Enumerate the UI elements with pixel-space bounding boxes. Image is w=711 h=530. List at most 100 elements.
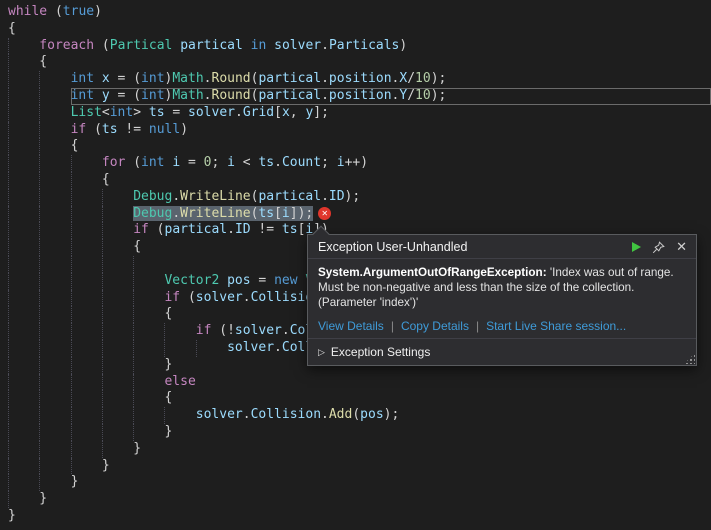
code-token: }: [164, 356, 173, 372]
code-line[interactable]: }: [8, 491, 711, 508]
line-content: Debug.WriteLine(partical.ID);: [133, 189, 711, 206]
indent-guide: [39, 306, 70, 324]
code-line[interactable]: {: [8, 390, 711, 408]
code-line[interactable]: }: [8, 423, 711, 441]
code-line[interactable]: int y = (int)Math.Round(partical.positio…: [8, 87, 711, 105]
code-line[interactable]: }: [8, 457, 711, 475]
indent-guide: [70, 440, 102, 458]
copy-details-link[interactable]: Copy Details: [401, 319, 469, 333]
code-token: .: [172, 205, 181, 221]
code-token: {: [164, 306, 173, 322]
line-content: Debug.WriteLine(ts[i]); ✕: [133, 205, 711, 223]
code-line[interactable]: }: [8, 474, 711, 492]
code-token: WriteLine: [180, 188, 251, 204]
indent-guide: [39, 87, 70, 105]
code-token: .: [242, 407, 251, 423]
indent-guide: [101, 423, 133, 441]
indent-guide: [8, 373, 39, 391]
code-token: y: [101, 87, 110, 103]
code-token: {: [39, 54, 48, 70]
code-token: (: [47, 4, 63, 19]
indent-guide: [164, 339, 195, 357]
exception-popup: Exception User-Unhandled ✕ System.Argume…: [307, 225, 697, 366]
exception-type: System.ArgumentOutOfRangeException:: [318, 266, 547, 279]
line-content: else: [164, 374, 711, 391]
indent-guide: [39, 356, 70, 374]
code-line[interactable]: List<int> ts = solver.Grid[x, y];: [8, 104, 711, 122]
code-token: int: [141, 71, 165, 87]
code-line[interactable]: int x = (int)Math.Round(partical.positio…: [8, 71, 711, 88]
code-token: while: [8, 4, 48, 19]
code-token: .: [227, 222, 235, 238]
code-token: ts: [258, 155, 275, 171]
continue-button[interactable]: [632, 242, 642, 252]
exception-error-icon[interactable]: ✕: [318, 206, 332, 220]
code-token: <: [234, 155, 259, 171]
code-line[interactable]: solver.Collision.Add(pos);: [8, 407, 711, 424]
code-line[interactable]: else: [8, 373, 711, 391]
exception-message: System.ArgumentOutOfRangeException: 'Ind…: [308, 259, 696, 312]
view-details-link[interactable]: View Details: [318, 319, 384, 333]
indent-guide: [8, 222, 39, 240]
code-line[interactable]: {: [8, 21, 711, 38]
indent-guide: [8, 423, 39, 441]
code-line[interactable]: }: [8, 508, 711, 525]
code-line[interactable]: Debug.WriteLine(partical.ID);: [8, 188, 711, 206]
indent-guide: [70, 239, 102, 256]
code-token: {: [133, 239, 142, 255]
indent-guide: [70, 323, 102, 340]
code-line[interactable]: Debug.WriteLine(ts[i]); ✕: [8, 205, 711, 223]
indent-guide: [101, 407, 133, 424]
indent-guide: [39, 138, 70, 156]
indent-guide: [133, 390, 164, 408]
code-token: ): [399, 37, 408, 53]
indent-guide: [70, 390, 102, 408]
exception-settings-label: Exception Settings: [330, 345, 431, 359]
line-content: }: [39, 491, 711, 508]
indent-guide: [39, 339, 70, 357]
line-content: int x = (int)Math.Round(partical.positio…: [71, 71, 711, 88]
code-token: .: [321, 87, 329, 103]
code-line[interactable]: foreach (Partical partical in solver.Par…: [8, 37, 711, 55]
indent-guide: [70, 171, 102, 189]
indent-guide: [70, 373, 102, 391]
code-line[interactable]: for (int i = 0; i < ts.Count; i++): [8, 155, 711, 172]
code-token: .: [281, 323, 290, 339]
indent-guide: [8, 138, 39, 156]
code-editor[interactable]: while (true){foreach (Partical partical …: [0, 0, 711, 530]
code-token: /: [407, 87, 416, 103]
code-line[interactable]: {: [8, 171, 711, 189]
code-token: solver: [195, 407, 243, 423]
code-token: ): [180, 121, 189, 137]
indent-guide: [101, 440, 133, 458]
code-token: >: [133, 104, 149, 120]
exception-settings-row[interactable]: ▷ Exception Settings: [308, 338, 696, 365]
code-token: (!: [211, 323, 235, 339]
code-line[interactable]: {: [8, 138, 711, 156]
code-token: !=: [117, 121, 149, 137]
code-token: solver: [274, 37, 322, 53]
indent-guide: [8, 155, 39, 172]
pin-icon[interactable]: [652, 240, 665, 254]
indent-guide: [70, 339, 102, 357]
code-line[interactable]: {: [8, 54, 711, 72]
indent-guide: [8, 407, 39, 424]
live-share-link[interactable]: Start Live Share session...: [486, 319, 626, 333]
indent-guide: [70, 356, 102, 374]
code-token: position: [328, 71, 392, 87]
indent-guide: [39, 104, 70, 122]
indent-guide: [101, 188, 133, 206]
popup-header[interactable]: Exception User-Unhandled ✕: [308, 235, 696, 259]
indent-guide: [133, 373, 164, 391]
code-line[interactable]: }: [8, 440, 711, 458]
code-token: (: [94, 37, 110, 53]
indent-guide: [8, 188, 39, 206]
popup-title: Exception User-Unhandled: [318, 240, 468, 254]
code-line[interactable]: while (true): [8, 4, 711, 21]
exception-statement-highlight: Debug.WriteLine(ts[i]);: [133, 205, 314, 221]
code-line[interactable]: if (ts != null): [8, 121, 711, 139]
close-icon[interactable]: ✕: [676, 241, 687, 254]
indent-guide: [70, 272, 102, 290]
